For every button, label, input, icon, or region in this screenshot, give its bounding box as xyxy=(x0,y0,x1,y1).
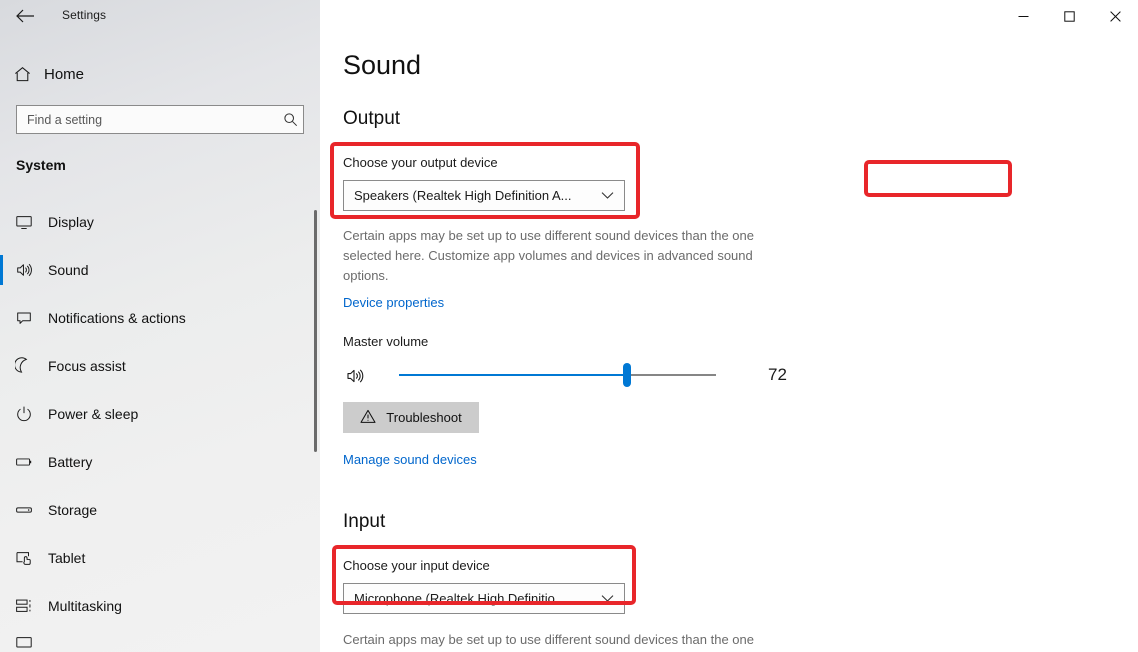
active-accent-bar xyxy=(0,399,3,429)
warning-triangle-icon xyxy=(360,409,376,427)
sidebar-item-label: Multitasking xyxy=(48,598,122,614)
active-accent-bar xyxy=(0,639,3,652)
sidebar-nav: Display Sound Notifications & actions Fo… xyxy=(0,198,320,652)
back-button[interactable] xyxy=(10,2,40,30)
output-section-title: Output xyxy=(343,108,401,129)
output-device-select[interactable]: Speakers (Realtek High Definition A... xyxy=(343,180,625,211)
volume-slider-thumb[interactable] xyxy=(623,363,632,387)
power-icon xyxy=(0,405,48,423)
chevron-down-icon xyxy=(594,191,620,200)
main-content: Sound Output Choose your output device S… xyxy=(320,0,1138,652)
input-section-title: Input xyxy=(343,511,386,532)
sidebar-item-label: Battery xyxy=(48,454,93,470)
troubleshoot-button[interactable]: Troubleshoot xyxy=(343,402,479,433)
page-title: Sound xyxy=(343,50,422,80)
settings-window: Settings Home System xyxy=(0,0,1138,652)
troubleshoot-label: Troubleshoot xyxy=(386,410,462,425)
active-accent-bar xyxy=(0,207,3,237)
sidebar: Settings Home System xyxy=(0,0,320,652)
sidebar-item-partial[interactable] xyxy=(0,630,320,652)
sidebar-item-label: Display xyxy=(48,214,94,230)
tablet-icon xyxy=(0,549,48,567)
sidebar-item-label: Focus assist xyxy=(48,358,126,374)
monitor-icon xyxy=(0,213,48,231)
input-description: Certain apps may be set up to use differ… xyxy=(343,632,754,647)
sidebar-item-sound[interactable]: Sound xyxy=(0,246,320,294)
minimize-button[interactable] xyxy=(1000,0,1046,32)
window-controls xyxy=(1000,0,1138,32)
output-description: Certain apps may be set up to use differ… xyxy=(343,228,754,283)
search-input[interactable] xyxy=(17,112,277,127)
device-properties-link[interactable]: Device properties xyxy=(343,295,444,310)
multitasking-icon xyxy=(0,597,48,615)
maximize-button[interactable] xyxy=(1046,0,1092,32)
speaker-icon xyxy=(0,261,48,279)
volume-slider-track[interactable] xyxy=(399,363,716,387)
sidebar-item-label: Storage xyxy=(48,502,98,518)
output-device-value: Speakers (Realtek High Definition A... xyxy=(354,188,572,203)
active-accent-bar xyxy=(0,495,3,525)
storage-icon xyxy=(0,501,48,519)
sidebar-section-title: System xyxy=(16,157,66,173)
active-accent-bar xyxy=(0,351,3,381)
moon-icon xyxy=(0,357,48,375)
sidebar-item-display[interactable]: Display xyxy=(0,198,320,246)
battery-icon xyxy=(0,453,48,471)
output-device-label: Choose your output device xyxy=(343,155,498,170)
active-accent-bar xyxy=(0,303,3,333)
master-volume-label: Master volume xyxy=(343,334,429,349)
volume-value: 72 xyxy=(768,365,787,384)
sidebar-item-battery[interactable]: Battery xyxy=(0,438,320,486)
sidebar-scrollbar[interactable] xyxy=(314,210,317,452)
volume-slider-fill xyxy=(399,374,628,376)
chevron-down-icon xyxy=(594,594,620,603)
input-device-value: Microphone (Realtek High Definitio... xyxy=(354,591,566,606)
active-accent-bar xyxy=(0,543,3,573)
search-box[interactable] xyxy=(16,105,304,134)
sidebar-item-label: Power & sleep xyxy=(48,406,139,422)
sidebar-item-power-sleep[interactable]: Power & sleep xyxy=(0,390,320,438)
sidebar-item-multitasking[interactable]: Multitasking xyxy=(0,582,320,630)
search-icon xyxy=(277,112,303,127)
sidebar-item-label: Sound xyxy=(48,262,89,278)
sidebar-item-tablet[interactable]: Tablet xyxy=(0,534,320,582)
sidebar-item-focus-assist[interactable]: Focus assist xyxy=(0,342,320,390)
active-accent-bar xyxy=(0,255,3,285)
sidebar-item-notifications[interactable]: Notifications & actions xyxy=(0,294,320,342)
master-volume-slider-row: 72 xyxy=(343,360,803,392)
close-button[interactable] xyxy=(1092,0,1138,32)
projecting-icon xyxy=(0,634,48,652)
sidebar-item-storage[interactable]: Storage xyxy=(0,486,320,534)
active-accent-bar xyxy=(0,591,3,621)
sidebar-item-home[interactable]: Home xyxy=(0,58,300,90)
input-device-label: Choose your input device xyxy=(343,558,490,573)
home-icon xyxy=(0,66,44,83)
window-title: Settings xyxy=(62,8,107,22)
input-device-select[interactable]: Microphone (Realtek High Definitio... xyxy=(343,583,625,614)
home-label: Home xyxy=(44,65,85,83)
speaker-volume-icon[interactable] xyxy=(343,364,369,388)
titlebar-left: Settings xyxy=(0,0,320,32)
active-accent-bar xyxy=(0,447,3,477)
sidebar-item-label: Tablet xyxy=(48,550,86,566)
comment-icon xyxy=(0,309,48,327)
sidebar-item-label: Notifications & actions xyxy=(48,310,186,326)
manage-sound-devices-link[interactable]: Manage sound devices xyxy=(343,452,477,467)
